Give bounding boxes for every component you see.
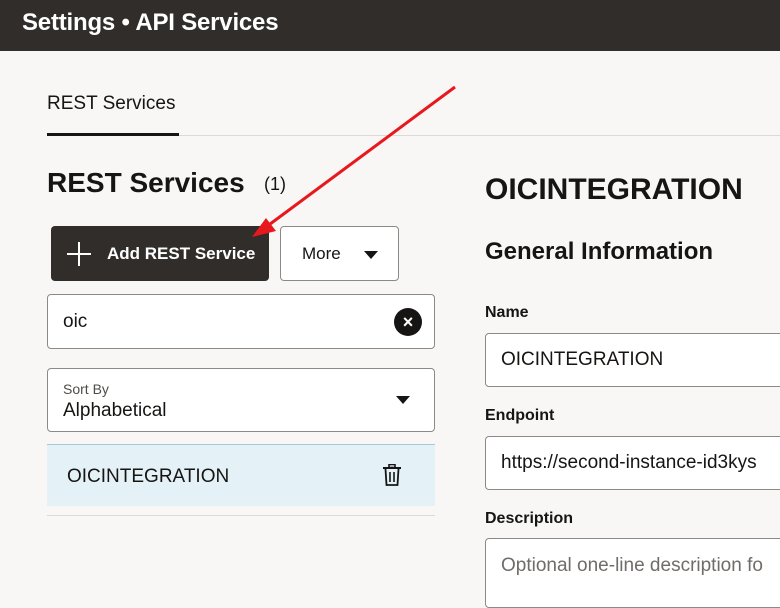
tab-label: REST Services xyxy=(47,93,176,114)
list-item[interactable]: OICINTEGRATION xyxy=(47,444,435,506)
tab-rest-services[interactable]: REST Services xyxy=(47,78,179,136)
more-button-label: More xyxy=(302,243,341,263)
description-field[interactable]: Optional one-line description fo xyxy=(485,538,780,608)
chevron-down-icon xyxy=(396,396,410,404)
list-title: REST Services xyxy=(47,167,245,198)
more-button[interactable]: More xyxy=(280,226,399,281)
sort-label: Sort By xyxy=(63,381,109,397)
endpoint-label: Endpoint xyxy=(485,407,555,424)
add-button-label: Add REST Service xyxy=(107,243,256,263)
section-title: General Information xyxy=(485,238,714,265)
trash-icon[interactable] xyxy=(382,464,402,486)
description-placeholder: Optional one-line description fo xyxy=(501,555,763,576)
sort-select[interactable]: Sort By Alphabetical xyxy=(47,368,435,432)
search-input[interactable]: oic × xyxy=(47,294,435,349)
add-rest-service-button[interactable]: Add REST Service xyxy=(51,226,269,281)
search-value: oic xyxy=(63,311,88,332)
name-label: Name xyxy=(485,304,529,321)
plus-icon xyxy=(67,241,91,266)
chevron-down-icon xyxy=(364,251,378,259)
clear-icon[interactable]: × xyxy=(394,308,422,336)
endpoint-value: https://second-instance-id3kys xyxy=(501,452,757,473)
name-value: OICINTEGRATION xyxy=(501,349,664,370)
list-count: (1) xyxy=(264,174,286,194)
name-field[interactable]: OICINTEGRATION xyxy=(485,333,780,387)
list-divider xyxy=(47,515,435,516)
description-label: Description xyxy=(485,510,574,527)
list-item-name: OICINTEGRATION xyxy=(67,466,230,487)
tab-bar: REST Services xyxy=(47,78,780,136)
page-title: Settings • API Services xyxy=(22,9,279,36)
header-bar: Settings • API Services xyxy=(0,0,780,51)
sort-value: Alphabetical xyxy=(63,400,167,421)
endpoint-field[interactable]: https://second-instance-id3kys xyxy=(485,436,780,490)
detail-title: OICINTEGRATION xyxy=(485,173,743,206)
